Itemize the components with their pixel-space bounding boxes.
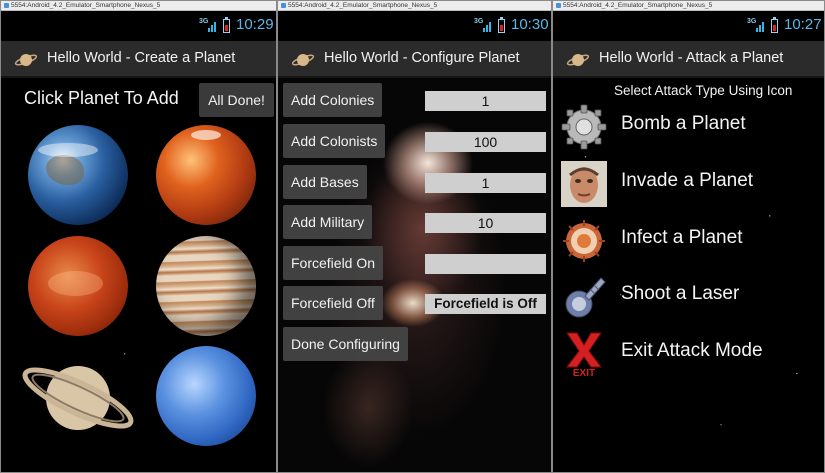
status-bar: 3G 10:27 xyxy=(553,11,824,41)
planet-neptune-button[interactable] xyxy=(156,346,256,446)
action-bar: Hello World - Create a Planet xyxy=(1,41,276,78)
status-clock: 10:30 xyxy=(511,16,549,33)
window-titlebar: 5554:Android_4.2_Emulator_Smartphone_Nex… xyxy=(1,1,276,11)
add-military-button[interactable]: Add Military xyxy=(283,205,373,239)
action-bar: Hello World - Attack a Planet xyxy=(553,41,824,78)
infect-planet-label: Infect a Planet xyxy=(621,227,743,248)
app-title: Hello World - Configure Planet xyxy=(324,50,520,66)
planet-saturn-button[interactable] xyxy=(19,348,137,448)
status-bar: 3G 10:30 xyxy=(278,11,551,41)
battery-icon xyxy=(771,17,778,33)
status-clock: 10:29 xyxy=(236,16,274,33)
invade-planet-label: Invade a Planet xyxy=(621,170,754,191)
attack-row-exit[interactable]: EXIT Exit Attack Mode xyxy=(553,328,824,378)
create-planet-content: Click Planet To Add All Done! xyxy=(1,78,276,472)
bases-value-field[interactable]: 1 xyxy=(425,173,546,193)
window-titlebar: 5554:Android_4.2_Emulator_Smartphone_Nex… xyxy=(553,1,824,11)
forcefield-status-field: Forcefield is Off xyxy=(425,294,546,314)
signal-strength-icon xyxy=(208,20,218,32)
window-title: 5554:Android_4.2_Emulator_Smartphone_Nex… xyxy=(288,2,438,9)
exit-attack-mode-label: Exit Attack Mode xyxy=(621,340,763,361)
emulator-window-attack-planet: 5554:Android_4.2_Emulator_Smartphone_Nex… xyxy=(552,0,825,473)
invader-face-icon[interactable] xyxy=(561,161,607,207)
battery-icon xyxy=(498,17,505,33)
done-configuring-button[interactable]: Done Configuring xyxy=(283,327,408,361)
app-title: Hello World - Attack a Planet xyxy=(599,50,784,66)
battery-icon xyxy=(223,17,230,33)
all-done-button[interactable]: All Done! xyxy=(199,83,274,117)
colonists-value-field[interactable]: 100 xyxy=(425,132,546,152)
bomb-icon[interactable] xyxy=(561,104,607,150)
attack-planet-content: Select Attack Type Using Icon Bomb a Pla… xyxy=(553,78,824,472)
signal-strength-icon xyxy=(483,20,493,32)
add-colonies-button[interactable]: Add Colonies xyxy=(283,83,383,117)
app-planet-icon xyxy=(291,54,315,66)
click-planet-instruction: Click Planet To Add xyxy=(24,88,179,108)
configure-planet-content: Add Colonies 1 Add Colonists 100 Add Bas… xyxy=(278,78,551,472)
bomb-planet-label: Bomb a Planet xyxy=(621,113,746,134)
laser-cannon-icon[interactable] xyxy=(561,274,607,320)
planet-earth-button[interactable] xyxy=(28,125,128,225)
shoot-laser-label: Shoot a Laser xyxy=(621,283,740,304)
network-type: 3G xyxy=(199,18,209,25)
planet-jupiter-button[interactable] xyxy=(156,236,256,336)
status-bar: 3G 10:29 xyxy=(1,11,276,41)
add-colonists-button[interactable]: Add Colonists xyxy=(283,124,386,158)
app-planet-icon xyxy=(14,54,38,66)
action-bar: Hello World - Configure Planet xyxy=(278,41,551,78)
attack-type-header: Select Attack Type Using Icon xyxy=(614,83,793,98)
planet-red-planet-button[interactable] xyxy=(28,236,128,336)
attack-row-invade[interactable]: Invade a Planet xyxy=(553,158,824,208)
attack-row-infect[interactable]: Infect a Planet xyxy=(553,215,824,265)
add-bases-button[interactable]: Add Bases xyxy=(283,165,367,199)
attack-row-laser[interactable]: Shoot a Laser xyxy=(553,271,824,321)
emulator-icon xyxy=(281,2,286,8)
planet-mars-button[interactable] xyxy=(156,125,256,225)
forcefield-on-field[interactable] xyxy=(425,254,546,274)
forcefield-on-button[interactable]: Forcefield On xyxy=(283,246,384,280)
emulator-window-configure-planet: 5554:Android_4.2_Emulator_Smartphone_Nex… xyxy=(277,0,552,473)
app-planet-icon xyxy=(566,54,590,66)
exit-icon-text: EXIT xyxy=(573,368,595,377)
emulator-icon xyxy=(556,2,561,8)
status-clock: 10:27 xyxy=(784,16,822,33)
window-titlebar: 5554:Android_4.2_Emulator_Smartphone_Nex… xyxy=(278,1,551,11)
attack-row-bomb[interactable]: Bomb a Planet xyxy=(553,101,824,151)
network-type: 3G xyxy=(747,18,757,25)
virus-icon[interactable] xyxy=(561,218,607,264)
network-type: 3G xyxy=(474,18,484,25)
signal-strength-icon xyxy=(756,20,766,32)
app-title: Hello World - Create a Planet xyxy=(47,50,236,66)
forcefield-off-button[interactable]: Forcefield Off xyxy=(283,286,383,320)
emulator-window-create-planet: 5554:Android_4.2_Emulator_Smartphone_Nex… xyxy=(0,0,277,473)
window-title: 5554:Android_4.2_Emulator_Smartphone_Nex… xyxy=(563,2,713,9)
colonies-value-field[interactable]: 1 xyxy=(425,91,546,111)
window-title: 5554:Android_4.2_Emulator_Smartphone_Nex… xyxy=(11,2,161,9)
exit-icon[interactable]: EXIT xyxy=(561,331,607,377)
emulator-icon xyxy=(4,2,9,8)
military-value-field[interactable]: 10 xyxy=(425,213,546,233)
